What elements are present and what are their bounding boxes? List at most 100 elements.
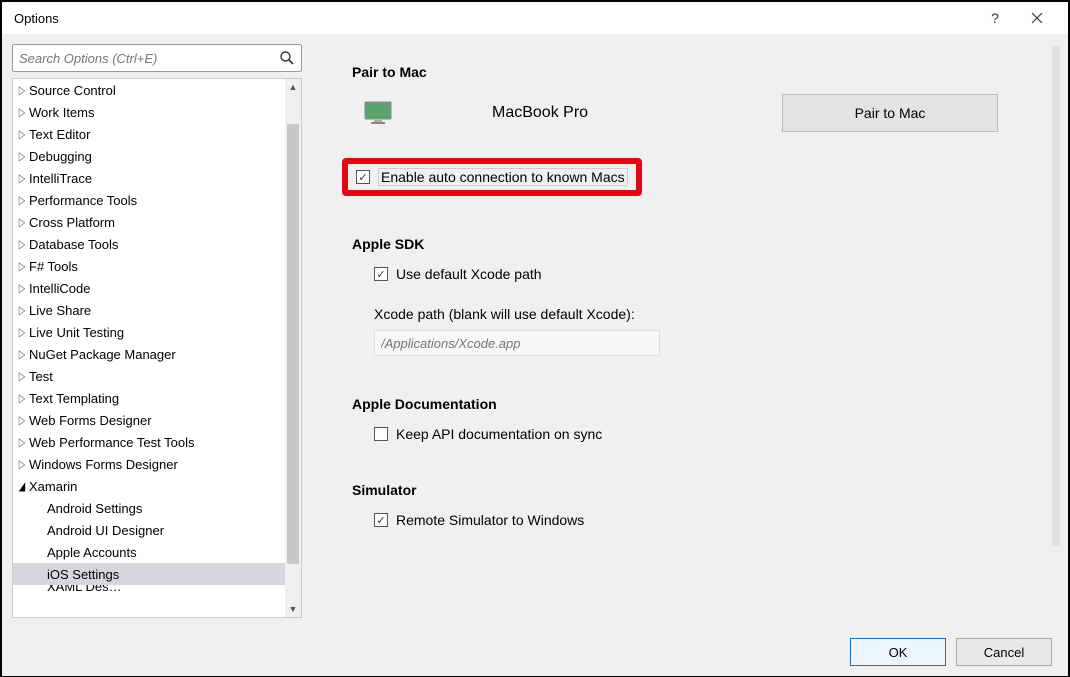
autoconnect-label: Enable auto connection to known Macs [378, 168, 628, 186]
tree-item-label: IntelliCode [29, 281, 90, 296]
tree-item-label: Performance Tools [29, 193, 137, 208]
caret-right-icon: ▷ [19, 391, 27, 405]
caret-right-icon: ▷ [19, 237, 27, 251]
caret-right-icon: ▷ [19, 413, 27, 427]
tree-item-android-settings[interactable]: Android Settings [13, 497, 285, 519]
tree-item-xamarin[interactable]: ◢Xamarin [13, 475, 285, 497]
search-options-wrap[interactable] [12, 44, 302, 72]
tree-item-label: Apple Accounts [47, 545, 137, 560]
tree-item-test[interactable]: ▷Test [13, 365, 285, 387]
tree-item-label: Database Tools [29, 237, 118, 252]
tree-item-label: Xamarin [29, 479, 77, 494]
tree-item-label: Live Unit Testing [29, 325, 124, 340]
tree-item-source-control[interactable]: ▷Source Control [13, 79, 285, 101]
scroll-thumb[interactable] [287, 124, 299, 564]
titlebar: Options ? [2, 2, 1068, 34]
tree-item-web-performance-test-tools[interactable]: ▷Web Performance Test Tools [13, 431, 285, 453]
caret-right-icon: ▷ [19, 347, 27, 361]
tree-item-intellitrace[interactable]: ▷IntelliTrace [13, 167, 285, 189]
options-tree: ▷Source Control▷Work Items▷Text Editor▷D… [12, 78, 302, 618]
tree-item-android-ui-designer[interactable]: Android UI Designer [13, 519, 285, 541]
simulator-section-title: Simulator [352, 482, 1048, 498]
caret-right-icon: ▷ [19, 303, 27, 317]
xcode-path-label: Xcode path (blank will use default Xcode… [374, 306, 1048, 322]
caret-right-icon: ▷ [19, 325, 27, 339]
tree-item-label: Source Control [29, 83, 116, 98]
paired-device-name: MacBook Pro [492, 104, 588, 122]
tree-item-label: Work Items [29, 105, 95, 120]
caret-down-icon: ◢ [19, 479, 27, 493]
caret-right-icon: ▷ [19, 83, 27, 97]
tree-item-live-share[interactable]: ▷Live Share [13, 299, 285, 321]
tree-item-label: XAML Des… [47, 585, 122, 594]
tree-item-text-templating[interactable]: ▷Text Templating [13, 387, 285, 409]
tree-item-xaml-designer[interactable]: XAML Des… [13, 585, 285, 597]
autoconnect-checkbox[interactable]: ✓ [356, 170, 370, 184]
tree-item-work-items[interactable]: ▷Work Items [13, 101, 285, 123]
tree-item-label: iOS Settings [47, 567, 119, 582]
remote-simulator-label: Remote Simulator to Windows [396, 512, 584, 528]
scroll-up-icon[interactable]: ▲ [285, 79, 301, 95]
tree-item-label: Live Share [29, 303, 91, 318]
tree-item-windows-forms-designer[interactable]: ▷Windows Forms Designer [13, 453, 285, 475]
tree-item-intellicode[interactable]: ▷IntelliCode [13, 277, 285, 299]
tree-item-nuget-package-manager[interactable]: ▷NuGet Package Manager [13, 343, 285, 365]
keep-api-docs-label: Keep API documentation on sync [396, 426, 602, 442]
content-scroll-thumb[interactable] [1052, 46, 1060, 546]
caret-right-icon: ▷ [19, 435, 27, 449]
cancel-button[interactable]: Cancel [956, 638, 1052, 666]
caret-right-icon: ▷ [19, 215, 27, 229]
tree-item-label: Test [29, 369, 53, 384]
window-title: Options [12, 11, 974, 26]
keep-api-docs-checkbox[interactable] [374, 427, 388, 441]
tree-item-label: Text Templating [29, 391, 119, 406]
xcode-path-input[interactable] [374, 330, 660, 356]
scroll-down-icon[interactable]: ▼ [285, 601, 301, 617]
content-panel: Pair to Mac MacBook Pro Pair to Mac ✓ En… [302, 34, 1068, 628]
remote-simulator-checkbox[interactable]: ✓ [374, 513, 388, 527]
content-scrollbar[interactable] [1050, 44, 1066, 574]
tree-item-performance-tools[interactable]: ▷Performance Tools [13, 189, 285, 211]
help-button[interactable]: ? [974, 2, 1016, 34]
tree-item-label: Android UI Designer [47, 523, 164, 538]
monitor-icon [364, 101, 392, 125]
tree-item-label: Web Performance Test Tools [29, 435, 194, 450]
pair-to-mac-button[interactable]: Pair to Mac [782, 94, 998, 132]
tree-item-label: F# Tools [29, 259, 78, 274]
tree-item-label: Text Editor [29, 127, 90, 142]
close-button[interactable] [1016, 2, 1058, 34]
tree-item-text-editor[interactable]: ▷Text Editor [13, 123, 285, 145]
tree-item-debugging[interactable]: ▷Debugging [13, 145, 285, 167]
tree-item-label: Debugging [29, 149, 92, 164]
tree-scrollbar[interactable]: ▲ ▼ [285, 79, 301, 617]
tree-item-cross-platform[interactable]: ▷Cross Platform [13, 211, 285, 233]
tree-item-label: Cross Platform [29, 215, 115, 230]
close-icon [1031, 12, 1043, 24]
caret-right-icon: ▷ [19, 105, 27, 119]
tree-item-apple-accounts[interactable]: Apple Accounts [13, 541, 285, 563]
caret-right-icon: ▷ [19, 369, 27, 383]
docs-section-title: Apple Documentation [352, 396, 1048, 412]
dialog-footer: OK Cancel [2, 628, 1068, 676]
use-default-xcode-checkbox[interactable]: ✓ [374, 267, 388, 281]
caret-right-icon: ▷ [19, 457, 27, 471]
highlight-annotation: ✓ Enable auto connection to known Macs [342, 158, 642, 196]
tree-item-web-forms-designer[interactable]: ▷Web Forms Designer [13, 409, 285, 431]
ok-button[interactable]: OK [850, 638, 946, 666]
tree-item-ios-settings[interactable]: iOS Settings [13, 563, 285, 585]
caret-right-icon: ▷ [19, 281, 27, 295]
sidebar: ▷Source Control▷Work Items▷Text Editor▷D… [2, 34, 302, 628]
search-input[interactable] [19, 51, 273, 66]
tree-item-f-tools[interactable]: ▷F# Tools [13, 255, 285, 277]
caret-right-icon: ▷ [19, 127, 27, 141]
tree-item-live-unit-testing[interactable]: ▷Live Unit Testing [13, 321, 285, 343]
tree-item-database-tools[interactable]: ▷Database Tools [13, 233, 285, 255]
search-icon [279, 50, 295, 66]
sdk-section-title: Apple SDK [352, 236, 1048, 252]
tree-item-label: Windows Forms Designer [29, 457, 178, 472]
tree-item-label: NuGet Package Manager [29, 347, 176, 362]
caret-right-icon: ▷ [19, 149, 27, 163]
caret-right-icon: ▷ [19, 171, 27, 185]
tree-item-label: Web Forms Designer [29, 413, 152, 428]
caret-right-icon: ▷ [19, 259, 27, 273]
